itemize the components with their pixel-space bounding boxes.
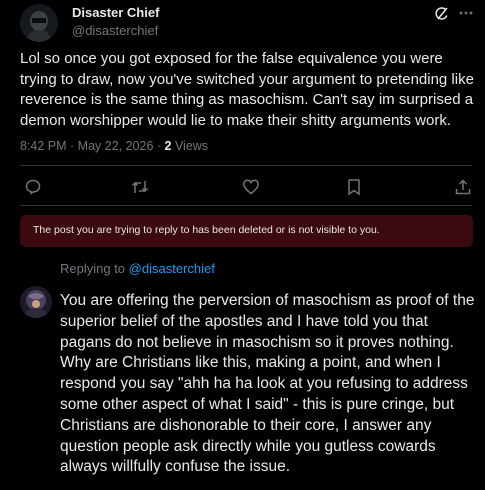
reply-paragraph-1: You are offering the perversion of masoc… bbox=[60, 292, 475, 351]
retweet-icon[interactable] bbox=[131, 178, 149, 196]
author-avatar[interactable] bbox=[20, 4, 58, 42]
author-handle[interactable]: @disasterchief bbox=[72, 23, 158, 38]
views-label: Views bbox=[171, 139, 209, 153]
replying-handle-link[interactable]: @disasterchief bbox=[129, 261, 215, 276]
bookmark-icon[interactable] bbox=[345, 178, 363, 196]
deleted-post-notice: The post you are trying to reply to has … bbox=[20, 215, 473, 247]
more-icon[interactable] bbox=[458, 5, 474, 21]
notice-text: The post you are trying to reply to has … bbox=[33, 224, 380, 236]
author-name[interactable]: Disaster Chief bbox=[72, 5, 159, 20]
tweet-text: Lol so once you got exposed for the fals… bbox=[20, 50, 474, 129]
share-icon[interactable] bbox=[454, 178, 472, 196]
divider-top bbox=[20, 165, 472, 166]
tweet-meta: 8:42 PM · May 22, 2026 · 2 Views bbox=[20, 139, 208, 153]
timestamp[interactable]: 8:42 PM · May 22, 2026 · bbox=[20, 139, 165, 153]
replying-to: Replying to @disasterchief bbox=[60, 261, 215, 276]
reply-icon[interactable] bbox=[24, 178, 42, 196]
reply-text: You are offering the perversion of masoc… bbox=[60, 291, 480, 478]
divider-bottom bbox=[20, 205, 472, 206]
reply-avatar[interactable] bbox=[20, 286, 52, 318]
grok-icon[interactable] bbox=[434, 6, 450, 22]
like-icon[interactable] bbox=[242, 178, 260, 196]
replying-prefix: Replying to bbox=[60, 261, 129, 276]
reply-paragraph-2: Why are Christians like this, making a p… bbox=[60, 354, 468, 476]
